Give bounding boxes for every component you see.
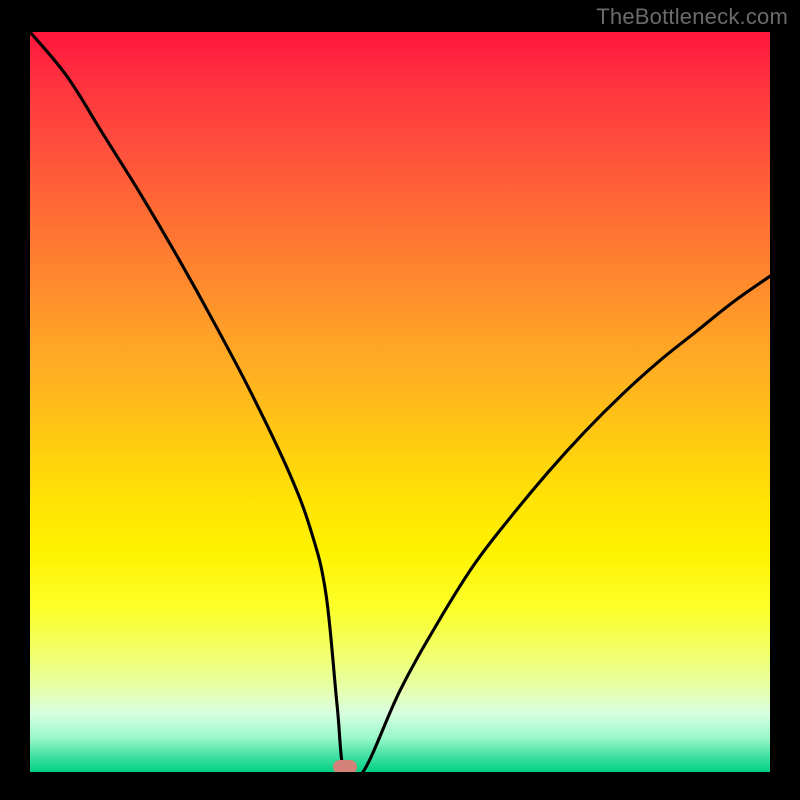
chart-frame: TheBottleneck.com: [0, 0, 800, 800]
optimal-point-marker: [333, 760, 357, 772]
bottleneck-curve: [30, 32, 770, 772]
plot-area: [30, 32, 770, 772]
curve-path: [30, 32, 770, 772]
watermark-text: TheBottleneck.com: [596, 4, 788, 30]
